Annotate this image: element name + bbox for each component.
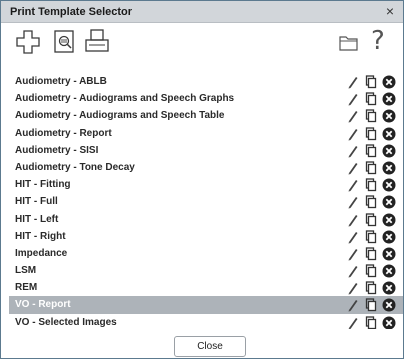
copy-icon[interactable]	[365, 247, 377, 261]
template-label: HIT - Full	[15, 196, 58, 208]
list-item[interactable]: Impedance	[9, 245, 403, 262]
copy-icon[interactable]	[365, 212, 377, 227]
pencil-icon[interactable]	[347, 144, 359, 158]
copy-icon[interactable]	[365, 298, 377, 312]
template-list: Audiometry - ABLB Audiometry - Audiograms…	[9, 73, 403, 331]
pencil-icon[interactable]	[347, 109, 359, 123]
dialog-footer: Close	[1, 329, 403, 359]
delete-icon[interactable]	[382, 247, 396, 261]
template-label: Impedance	[15, 247, 68, 259]
template-label: Audiometry - Report	[15, 127, 112, 139]
help-icon[interactable]: ?	[371, 27, 385, 55]
template-label: Audiometry - Audiograms and Speech Graph…	[15, 93, 235, 105]
template-label: VO - Selected Images	[15, 316, 117, 328]
delete-icon[interactable]	[382, 92, 396, 106]
copy-icon[interactable]	[365, 161, 377, 175]
template-label: HIT - Left	[15, 213, 59, 225]
pencil-icon[interactable]	[347, 316, 359, 330]
list-item[interactable]: Audiometry - Report	[9, 125, 403, 142]
copy-icon[interactable]	[365, 109, 377, 123]
delete-icon[interactable]	[382, 298, 396, 312]
pencil-icon[interactable]	[347, 298, 359, 312]
pencil-icon[interactable]	[347, 127, 359, 141]
delete-icon[interactable]	[382, 144, 396, 158]
list-item[interactable]: Audiometry - Audiograms and Speech Table	[9, 107, 403, 124]
copy-icon[interactable]	[365, 75, 377, 89]
close-icon[interactable]: ×	[383, 4, 397, 18]
list-item[interactable]: Audiometry - ABLB	[9, 73, 403, 90]
close-button[interactable]: Close	[174, 336, 246, 357]
pencil-icon[interactable]	[347, 213, 359, 227]
list-item[interactable]: LSM	[9, 262, 403, 279]
dialog-title: Print Template Selector	[10, 6, 133, 18]
copy-icon[interactable]	[365, 126, 377, 141]
template-label: Audiometry - SISI	[15, 144, 99, 156]
list-item[interactable]: HIT - Left	[9, 211, 403, 228]
delete-icon[interactable]	[382, 264, 396, 278]
list-item[interactable]: Audiometry - SISI	[9, 142, 403, 159]
list-item[interactable]: REM	[9, 279, 403, 296]
delete-icon[interactable]	[382, 316, 396, 330]
pencil-icon[interactable]	[347, 264, 359, 278]
delete-icon[interactable]	[382, 213, 396, 227]
delete-icon[interactable]	[382, 127, 396, 141]
delete-icon[interactable]	[382, 178, 396, 192]
pencil-icon[interactable]	[347, 230, 359, 244]
list-item[interactable]: Audiometry - Audiograms and Speech Graph…	[9, 90, 403, 107]
copy-icon[interactable]	[365, 230, 377, 244]
template-label: REM	[15, 282, 38, 294]
delete-icon[interactable]	[382, 281, 396, 295]
print-template-selector-dialog: Print Template Selector × ? Audiometry -…	[0, 0, 404, 359]
plus-icon[interactable]	[15, 29, 41, 55]
template-label: Audiometry - Audiograms and Speech Table	[15, 110, 225, 122]
template-label: HIT - Fitting	[15, 179, 71, 191]
list-item[interactable]: VO - Report	[9, 296, 403, 314]
template-label: HIT - Right	[15, 230, 66, 242]
template-label: Audiometry - ABLB	[15, 76, 107, 87]
pencil-icon[interactable]	[347, 247, 359, 261]
delete-icon[interactable]	[382, 230, 396, 244]
list-item[interactable]: HIT - Right	[9, 228, 403, 245]
pencil-icon[interactable]	[347, 75, 359, 89]
printer-icon[interactable]	[83, 28, 111, 54]
pencil-icon[interactable]	[347, 281, 359, 295]
template-label: LSM	[15, 265, 37, 277]
pencil-icon[interactable]	[347, 161, 359, 175]
delete-icon[interactable]	[382, 75, 396, 89]
copy-icon[interactable]	[365, 315, 377, 330]
pencil-icon[interactable]	[347, 195, 359, 209]
copy-icon[interactable]	[365, 178, 377, 192]
pencil-icon[interactable]	[347, 178, 359, 192]
title-bar: Print Template Selector ×	[1, 1, 403, 23]
list-item[interactable]: HIT - Full	[9, 193, 403, 210]
copy-icon[interactable]	[365, 195, 377, 209]
copy-icon[interactable]	[365, 281, 377, 295]
list-item[interactable]: HIT - Fitting	[9, 176, 403, 193]
template-label: VO - Report	[15, 299, 71, 311]
delete-icon[interactable]	[382, 109, 396, 123]
delete-icon[interactable]	[382, 161, 396, 175]
pencil-icon[interactable]	[347, 92, 359, 106]
template-label: Audiometry - Tone Decay	[15, 161, 135, 173]
toolbar: ?	[1, 25, 403, 69]
copy-icon[interactable]	[365, 264, 377, 278]
list-item[interactable]: Audiometry - Tone Decay	[9, 159, 403, 176]
copy-icon[interactable]	[365, 144, 377, 158]
search-document-icon[interactable]	[53, 29, 77, 55]
folder-icon[interactable]	[338, 34, 360, 52]
copy-icon[interactable]	[365, 92, 377, 106]
delete-icon[interactable]	[382, 195, 396, 209]
